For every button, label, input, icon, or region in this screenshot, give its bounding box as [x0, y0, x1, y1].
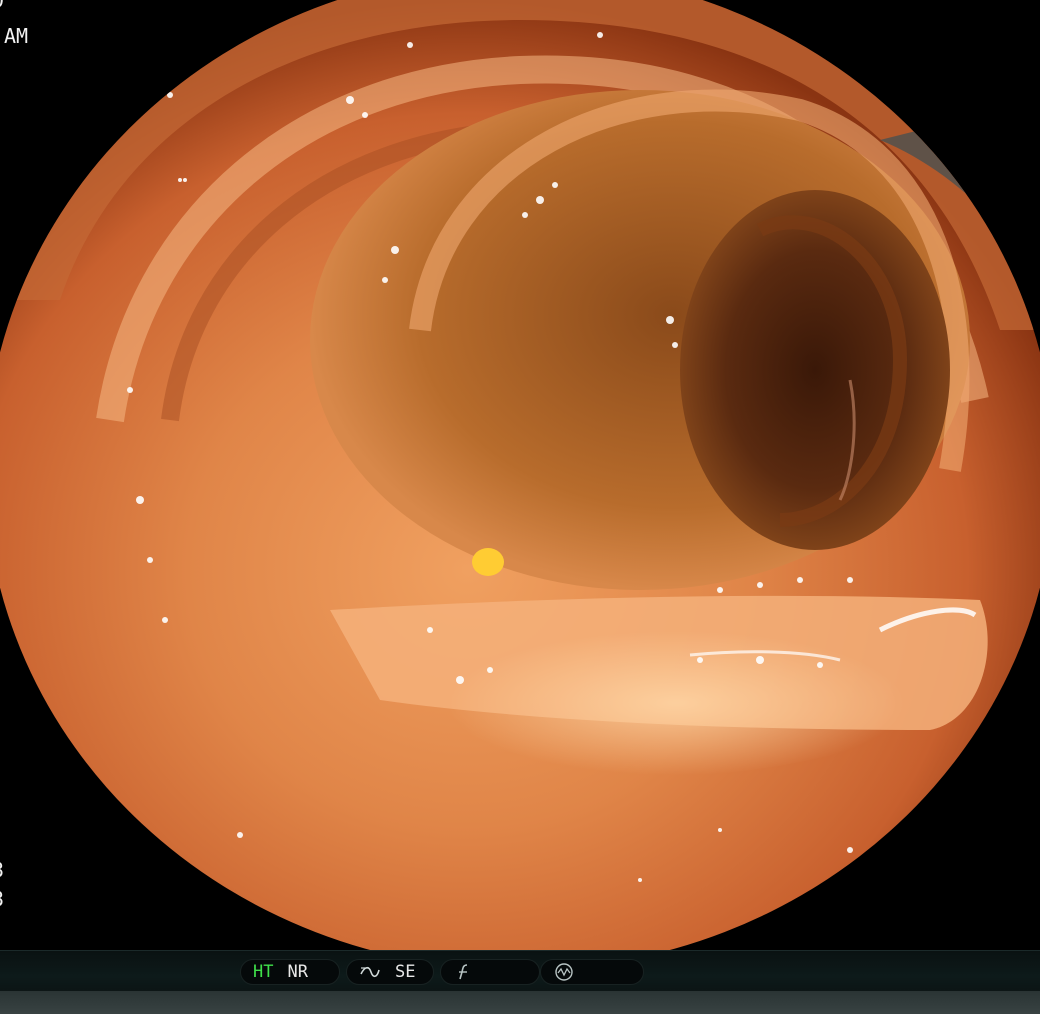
circular-field	[0, 0, 1040, 950]
nr-label: NR	[287, 962, 308, 982]
freeze-f-icon	[453, 962, 475, 982]
circle-wave-icon	[553, 962, 575, 982]
status-bar-bottom-strip	[0, 991, 1040, 1014]
mode-pill-freeze[interactable]	[440, 959, 540, 985]
se-label: SE	[395, 962, 416, 982]
endoscope-screen: 0 AM 3 3 HT NR SE	[0, 0, 1040, 1014]
mode-pill-ht-nr[interactable]: HT NR	[240, 959, 340, 985]
left-marker-text: 3	[0, 889, 4, 909]
endoscopic-image	[0, 0, 1040, 950]
ht-label: HT	[253, 962, 274, 982]
status-bar: HT NR SE	[0, 950, 1040, 1014]
left-marker-text: 3	[0, 860, 4, 880]
curve-enhance-icon	[359, 962, 381, 982]
mode-pill-se[interactable]: SE	[346, 959, 434, 985]
time-suffix-text: AM	[4, 24, 29, 48]
top-marker-text: 0	[0, 0, 4, 10]
mode-pill-wave[interactable]	[540, 959, 644, 985]
